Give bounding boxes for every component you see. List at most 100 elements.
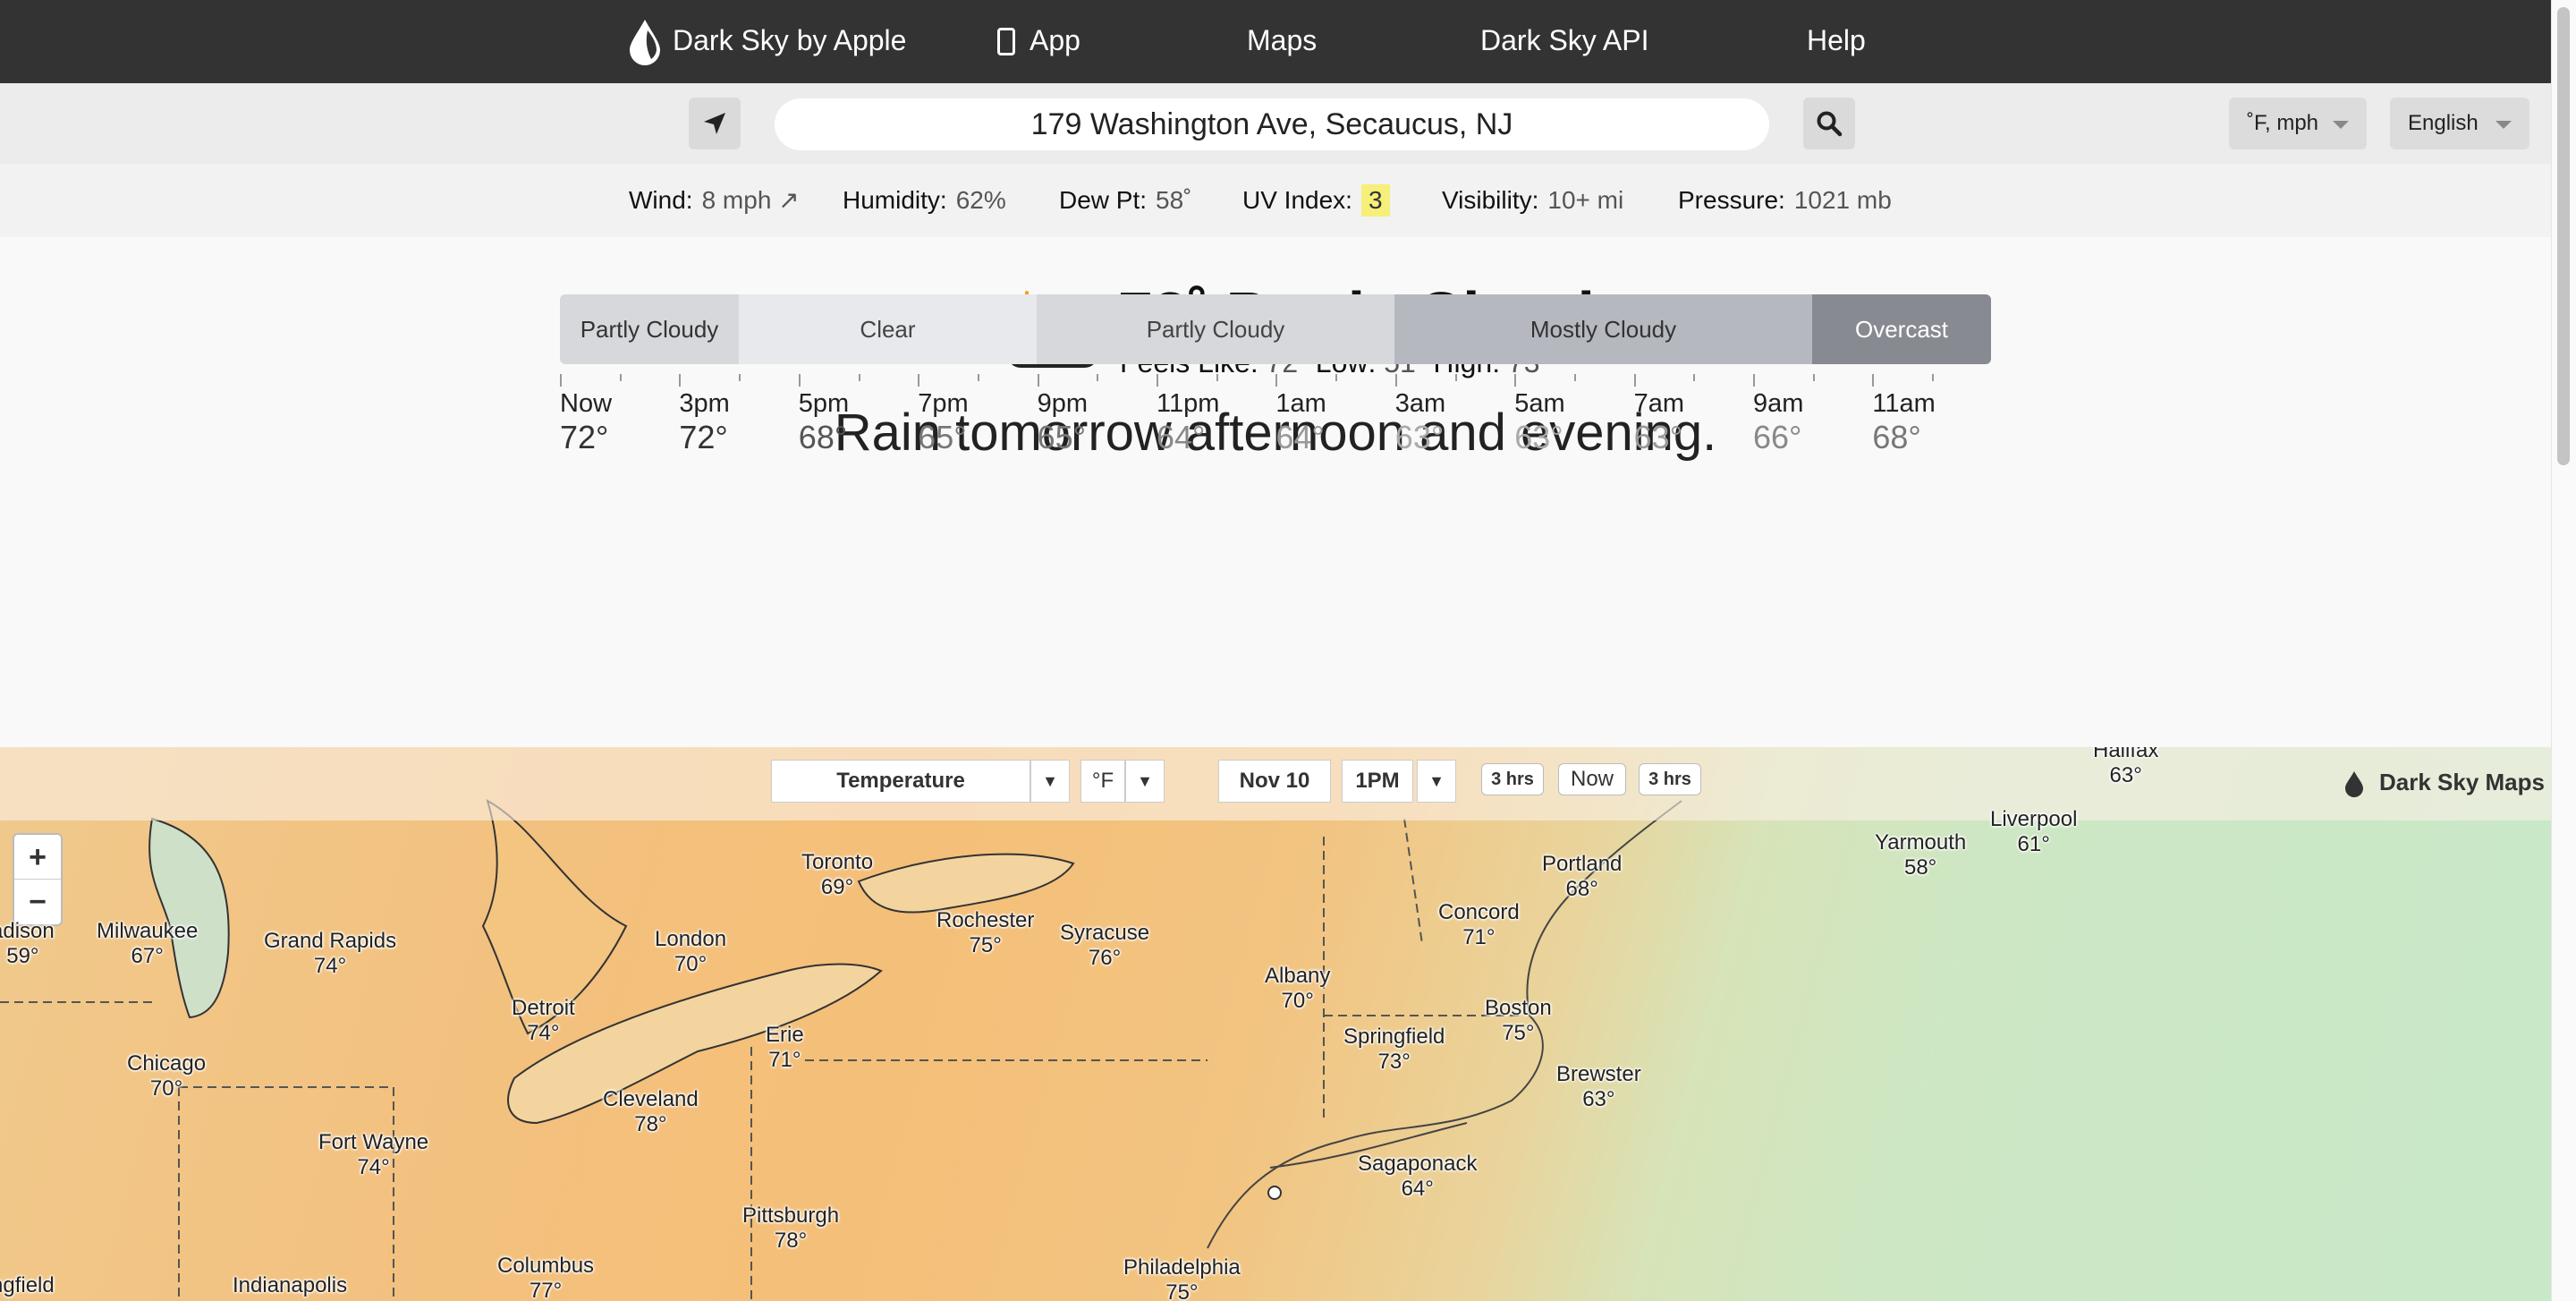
nav-help[interactable]: Help	[1807, 0, 1866, 83]
map-time-select[interactable]: 1PM	[1342, 760, 1413, 803]
city-label[interactable]: Halifax 63°	[2093, 747, 2158, 788]
city-name: Indianapolis	[233, 1273, 348, 1297]
phone-icon	[997, 28, 1015, 55]
brand-link[interactable]: Dark Sky by Apple	[626, 0, 906, 83]
city-temp: 70°	[1281, 989, 1314, 1013]
hourly-timeline-bar[interactable]: Partly Cloudy Clear Partly Cloudy Mostly…	[560, 294, 1991, 364]
city-label[interactable]: Cleveland 78°	[603, 1087, 699, 1137]
pressure-stat: Pressure: 1021 mb	[1678, 164, 1892, 237]
timeline-segment[interactable]: Partly Cloudy	[560, 294, 739, 364]
timeline-tick	[977, 374, 979, 381]
layer-dropdown-arrow[interactable]: ▼	[1030, 760, 1070, 803]
units-dropdown[interactable]: ˚F, mph	[2229, 98, 2367, 149]
language-value: English	[2408, 111, 2479, 135]
brand-label: Dark Sky by Apple	[673, 24, 907, 56]
city-label[interactable]: Syracuse 76°	[1060, 921, 1149, 971]
city-label[interactable]: Indianapolis	[233, 1273, 347, 1298]
city-label[interactable]: Toronto 69°	[801, 850, 873, 900]
city-label[interactable]: Portland 68°	[1542, 852, 1622, 902]
city-label[interactable]: ngfield	[0, 1273, 55, 1298]
layer-select[interactable]: Temperature	[771, 760, 1030, 803]
city-label[interactable]: Brewster 63°	[1556, 1062, 1641, 1112]
timeline-tick	[1633, 374, 1636, 387]
nav-app[interactable]: App	[997, 0, 1080, 83]
city-label[interactable]: Sagaponack 64°	[1358, 1152, 1477, 1202]
current-location-button[interactable]	[689, 98, 741, 149]
city-temp: 71°	[768, 1048, 801, 1072]
city-label[interactable]: Chicago 70°	[127, 1051, 206, 1101]
map-zoom-control: + −	[13, 833, 63, 926]
city-label[interactable]: Milwaukee 67°	[97, 919, 198, 969]
city-label[interactable]: Erie 71°	[766, 1023, 804, 1073]
hour-time: 7am	[1633, 389, 1685, 418]
city-label[interactable]: Albany 70°	[1265, 964, 1330, 1014]
city-temp: 64°	[1401, 1177, 1434, 1201]
search-button[interactable]	[1803, 98, 1855, 149]
pressure-value: 1021 mb	[1793, 186, 1892, 214]
city-name: Milwaukee	[97, 919, 199, 943]
hour-time: 3am	[1394, 389, 1446, 418]
timeline-segment-label: Partly Cloudy	[1146, 316, 1285, 343]
city-label[interactable]: Grand Rapids 74°	[264, 929, 396, 979]
zoom-in-button[interactable]: +	[14, 835, 61, 880]
map-borders	[0, 798, 1682, 1301]
city-name: Sagaponack	[1358, 1152, 1478, 1176]
city-label[interactable]: Philadelphia 75°	[1123, 1255, 1241, 1301]
page-scrollbar[interactable]	[2551, 0, 2576, 1301]
city-label[interactable]: Detroit 74°	[512, 996, 575, 1046]
time-dropdown-arrow[interactable]: ▼	[1417, 760, 1456, 803]
step-forward-button[interactable]: 3 hrs	[1639, 763, 1701, 795]
city-temp: 77°	[529, 1279, 563, 1301]
city-name: Grand Rapids	[264, 929, 397, 953]
city-temp: 63°	[2109, 763, 2142, 787]
unit-dropdown-arrow[interactable]: ▼	[1125, 760, 1165, 803]
timeline-segment-label: Partly Cloudy	[580, 316, 719, 343]
humidity-value: 62%	[955, 186, 1006, 214]
zoom-out-button[interactable]: −	[14, 880, 61, 924]
city-label[interactable]: Columbus 77°	[497, 1254, 594, 1301]
hour-column: 5am 63°	[1514, 389, 1622, 456]
hour-temp: 63°	[1633, 419, 1683, 455]
city-name: Pittsburgh	[742, 1203, 840, 1228]
timeline-segment[interactable]: Partly Cloudy	[1037, 294, 1394, 364]
map-date[interactable]: Nov 10	[1218, 760, 1331, 803]
timeline-tick	[1872, 374, 1875, 387]
nav-maps[interactable]: Maps	[1247, 0, 1317, 83]
city-label[interactable]: Rochester 75°	[936, 908, 1034, 958]
visibility-label: Visibility:	[1442, 186, 1539, 214]
scrollbar-thumb[interactable]	[2557, 7, 2570, 465]
unit-select[interactable]: °F	[1080, 760, 1125, 803]
city-name: Albany	[1265, 964, 1331, 988]
wind-value: 8 mph ↗	[701, 186, 800, 214]
conditions-stats: Wind: 8 mph ↗ Humidity: 62% Dew Pt: 58˚ UV …	[0, 164, 2551, 237]
city-label[interactable]: Fort Wayne 74°	[318, 1130, 428, 1180]
temperature-map[interactable]: Temperature ▼ °F ▼ Nov 10 1PM ▼ 3 hrs No…	[0, 747, 2551, 1301]
city-label[interactable]: London 70°	[655, 927, 726, 977]
visibility-stat: Visibility: 10+ mi	[1442, 164, 1623, 237]
hour-column: 7pm 65°	[918, 389, 1025, 456]
city-label[interactable]: Yarmouth 58°	[1875, 830, 1966, 880]
language-dropdown[interactable]: English	[2390, 98, 2529, 149]
nav-app-label: App	[1030, 24, 1080, 56]
hour-temp: 63°	[1394, 419, 1445, 455]
timeline-segment[interactable]: Mostly Cloudy	[1394, 294, 1812, 364]
city-temp: 63°	[1582, 1087, 1615, 1111]
city-label[interactable]: Boston 75°	[1485, 996, 1552, 1046]
hour-column: 1am 64°	[1275, 389, 1383, 456]
city-label[interactable]: Concord 71°	[1438, 900, 1520, 950]
timeline-segment[interactable]: Clear	[739, 294, 1037, 364]
dark-sky-maps-link[interactable]: Dark Sky Maps	[2343, 769, 2545, 797]
city-label[interactable]: Springfield 73°	[1343, 1025, 1445, 1075]
city-label[interactable]: Liverpool 61°	[1990, 807, 2077, 857]
uv-index-stat: UV Index: 3	[1242, 164, 1390, 237]
nav-api[interactable]: Dark Sky API	[1480, 0, 1649, 83]
city-name: Detroit	[512, 996, 575, 1020]
step-back-button[interactable]: 3 hrs	[1481, 763, 1544, 795]
city-label[interactable]: Pittsburgh 78°	[742, 1203, 839, 1254]
now-button[interactable]: Now	[1558, 763, 1626, 795]
city-label[interactable]: adison59°	[0, 919, 55, 969]
timeline-tick	[1394, 374, 1397, 387]
address-search-input[interactable]	[775, 98, 1769, 150]
timeline-tick	[798, 374, 801, 387]
timeline-segment[interactable]: Overcast	[1812, 294, 1991, 364]
